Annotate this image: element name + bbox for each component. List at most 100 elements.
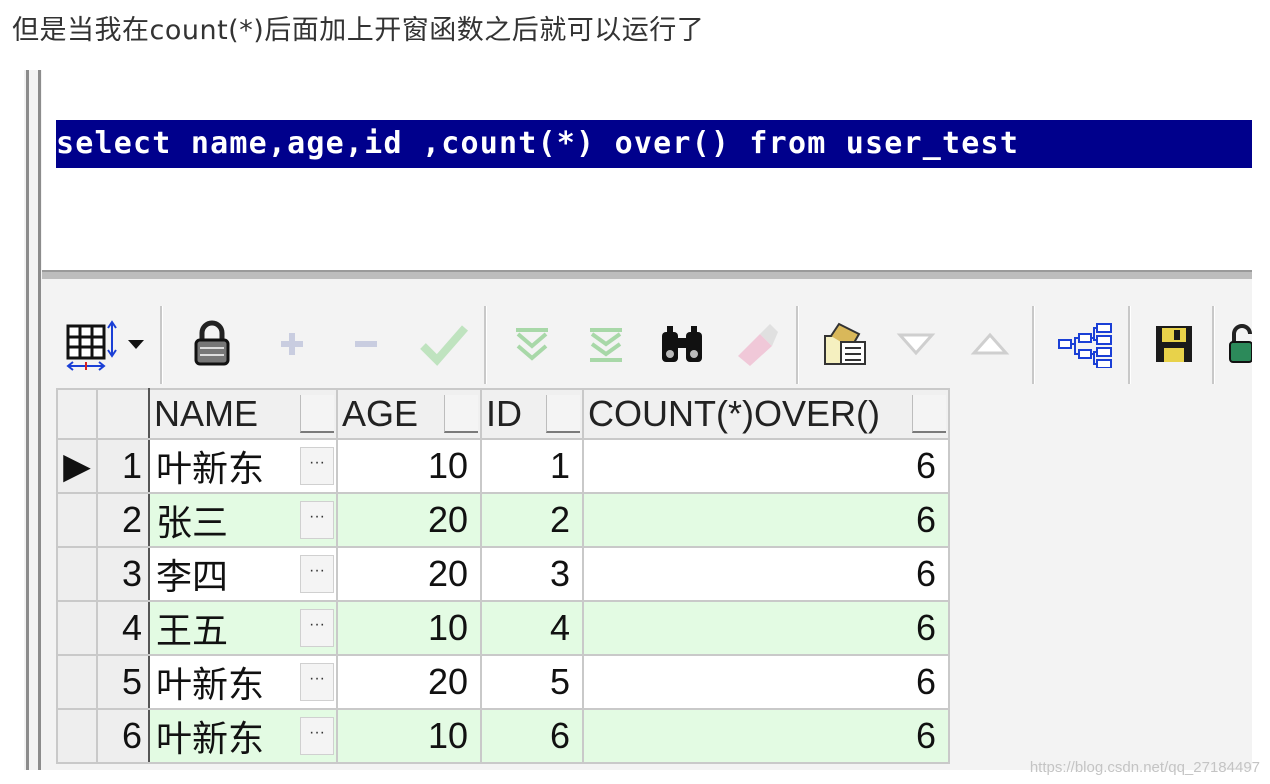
- cell-age[interactable]: 10: [336, 600, 482, 656]
- cell-name-text: 叶新东: [156, 718, 265, 759]
- window-border-line: [26, 70, 29, 770]
- row-number[interactable]: 5: [96, 654, 150, 710]
- toolbar-separator: [160, 306, 163, 384]
- column-filter-button[interactable]: [546, 395, 580, 433]
- result-grid: NAME AGE ID COUNT(*)OVER() ▶ 1 叶新东 ··· 10…: [56, 388, 950, 764]
- row-number[interactable]: 6: [96, 708, 150, 764]
- cell-edit-button[interactable]: ···: [300, 555, 334, 593]
- window-left-border: [12, 70, 24, 770]
- cell-name-text: 王五: [156, 610, 229, 651]
- cell-name-text: 叶新东: [156, 664, 265, 705]
- table-row[interactable]: 6 叶新东 ··· 10 6 6: [56, 708, 950, 764]
- cell-name[interactable]: 张三 ···: [148, 492, 338, 548]
- cell-count-over[interactable]: 6: [582, 708, 950, 764]
- save-icon[interactable]: [1146, 308, 1202, 380]
- column-filter-button[interactable]: [300, 395, 334, 433]
- table-row[interactable]: ▶ 1 叶新东 ··· 10 1 6: [56, 438, 950, 494]
- cell-count-over[interactable]: 6: [582, 600, 950, 656]
- cell-name-text: 李四: [156, 556, 229, 597]
- caption-text: 但是当我在count(*)后面加上开窗函数之后就可以运行了: [12, 15, 705, 46]
- pl-sql-window: select name,age,id ,count(*) over() from…: [12, 70, 1252, 770]
- row-indicator: [56, 654, 98, 710]
- cell-age[interactable]: 10: [336, 438, 482, 494]
- cell-age[interactable]: 20: [336, 492, 482, 548]
- cell-count-over[interactable]: 6: [582, 654, 950, 710]
- editor-gutter-line: [38, 70, 41, 770]
- header-corner-rownum: [96, 388, 150, 440]
- row-indicator: [56, 708, 98, 764]
- column-header-id[interactable]: ID: [480, 388, 584, 440]
- row-indicator: [56, 492, 98, 548]
- cell-name-text: 叶新东: [156, 448, 265, 489]
- column-filter-button[interactable]: [444, 395, 478, 433]
- cell-name[interactable]: 王五 ···: [148, 600, 338, 656]
- column-header-label: AGE: [342, 393, 419, 434]
- cell-age[interactable]: 10: [336, 708, 482, 764]
- dropdown-arrow-icon[interactable]: [124, 308, 148, 380]
- table-row[interactable]: 5 叶新东 ··· 20 5 6: [56, 654, 950, 710]
- more-icon[interactable]: [1226, 308, 1252, 380]
- table-row[interactable]: 2 张三 ··· 20 2 6: [56, 492, 950, 548]
- cell-id[interactable]: 3: [480, 546, 584, 602]
- row-number[interactable]: 3: [96, 546, 150, 602]
- cell-count-over[interactable]: 6: [582, 492, 950, 548]
- add-record-icon[interactable]: [264, 308, 320, 380]
- lock-icon[interactable]: [182, 308, 242, 380]
- cell-age[interactable]: 20: [336, 654, 482, 710]
- column-header-label: NAME: [154, 393, 259, 434]
- cell-name[interactable]: 叶新东 ···: [148, 708, 338, 764]
- fetch-last-icon[interactable]: [578, 308, 634, 380]
- toolbar-separator: [1212, 306, 1215, 384]
- row-indicator: [56, 600, 98, 656]
- column-header-label: ID: [486, 393, 522, 434]
- fetch-next-icon[interactable]: [504, 308, 560, 380]
- cell-id[interactable]: 1: [480, 438, 584, 494]
- sql-statement-selected[interactable]: select name,age,id ,count(*) over() from…: [56, 120, 1252, 168]
- cell-edit-button[interactable]: ···: [300, 609, 334, 647]
- clear-icon[interactable]: [728, 308, 784, 380]
- export-icon[interactable]: [814, 308, 874, 380]
- result-toolbar: [42, 302, 1252, 386]
- pane-splitter[interactable]: [42, 270, 1252, 279]
- find-icon[interactable]: [654, 308, 710, 380]
- cell-id[interactable]: 4: [480, 600, 584, 656]
- column-filter-button[interactable]: [912, 395, 946, 433]
- cell-age[interactable]: 20: [336, 546, 482, 602]
- toolbar-separator: [1032, 306, 1035, 384]
- table-row[interactable]: 4 王五 ··· 10 4 6: [56, 600, 950, 656]
- row-number[interactable]: 4: [96, 600, 150, 656]
- cell-name[interactable]: 叶新东 ···: [148, 654, 338, 710]
- toolbar-separator: [484, 306, 487, 384]
- grid-layout-icon[interactable]: [64, 308, 120, 380]
- cell-count-over[interactable]: 6: [582, 546, 950, 602]
- column-header-age[interactable]: AGE: [336, 388, 482, 440]
- cell-name-text: 张三: [156, 502, 229, 543]
- sort-ascending-icon[interactable]: [962, 308, 1018, 380]
- cell-name[interactable]: 李四 ···: [148, 546, 338, 602]
- column-header-name[interactable]: NAME: [148, 388, 338, 440]
- query-tree-icon[interactable]: [1054, 308, 1116, 380]
- column-header-count-over[interactable]: COUNT(*)OVER(): [582, 388, 950, 440]
- toolbar-separator: [1128, 306, 1131, 384]
- cell-count-over[interactable]: 6: [582, 438, 950, 494]
- cell-edit-button[interactable]: ···: [300, 501, 334, 539]
- cell-id[interactable]: 6: [480, 708, 584, 764]
- cell-id[interactable]: 5: [480, 654, 584, 710]
- watermark-text: https://blog.csdn.net/qq_27184497: [1029, 759, 1260, 776]
- delete-record-icon[interactable]: [338, 308, 394, 380]
- toolbar-separator: [796, 306, 799, 384]
- cell-edit-button[interactable]: ···: [300, 663, 334, 701]
- cell-name[interactable]: 叶新东 ···: [148, 438, 338, 494]
- cell-edit-button[interactable]: ···: [300, 717, 334, 755]
- header-corner: [56, 388, 98, 440]
- sql-editor[interactable]: select name,age,id ,count(*) over() from…: [42, 70, 1252, 270]
- post-changes-icon[interactable]: [414, 308, 474, 380]
- row-number[interactable]: 2: [96, 492, 150, 548]
- row-number[interactable]: 1: [96, 438, 150, 494]
- grid-header-row: NAME AGE ID COUNT(*)OVER(): [56, 388, 950, 440]
- cell-id[interactable]: 2: [480, 492, 584, 548]
- row-indicator: [56, 546, 98, 602]
- cell-edit-button[interactable]: ···: [300, 447, 334, 485]
- table-row[interactable]: 3 李四 ··· 20 3 6: [56, 546, 950, 602]
- sort-descending-icon[interactable]: [888, 308, 944, 380]
